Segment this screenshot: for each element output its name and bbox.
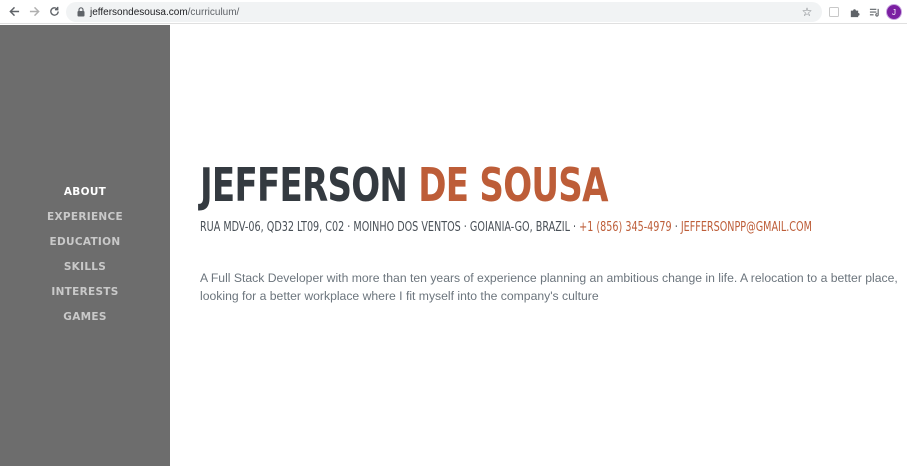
nav-link-education[interactable]: EDUCATION (50, 236, 121, 248)
browser-toolbar: jeffersondesousa.com/curriculum/ ☆ J (0, 0, 907, 24)
sidebar-nav: ABOUT EXPERIENCE EDUCATION SKILLS INTERE… (0, 179, 170, 329)
reading-list-icon[interactable] (866, 4, 882, 20)
url-domain: jeffersondesousa.com (90, 6, 188, 18)
contact-separator: · (671, 220, 681, 235)
sidebar-item-games: GAMES (0, 304, 170, 329)
star-icon[interactable]: ☆ (800, 5, 814, 19)
nav-link-experience[interactable]: EXPERIENCE (47, 211, 123, 223)
phone-link[interactable]: +1 (856) 345-4979 (579, 220, 671, 235)
back-button[interactable] (4, 2, 24, 22)
sidebar-item-interests: INTERESTS (0, 279, 170, 304)
arrow-left-icon (8, 6, 19, 17)
sidebar-item-skills: SKILLS (0, 254, 170, 279)
url-text: jeffersondesousa.com/curriculum/ (90, 7, 239, 18)
reload-button[interactable] (44, 2, 64, 22)
extension-icon[interactable] (826, 4, 842, 20)
url-path: /curriculum/ (187, 6, 240, 18)
page-title: JEFFERSON DE SOUSA (200, 157, 608, 213)
nav-link-games[interactable]: GAMES (63, 311, 106, 323)
first-name: JEFFERSON (200, 158, 408, 212)
about-section: JEFFERSON DE SOUSA RUA MDV-06, QD32 LT09… (170, 25, 907, 466)
email-link[interactable]: JEFFERSONPP@GMAIL.COM (681, 220, 812, 235)
reload-icon (49, 6, 59, 16)
contact-line: RUA MDV-06, QD32 LT09, C02 · MOINHO DOS … (200, 219, 812, 237)
last-name: DE SOUSA (418, 158, 608, 212)
address-bar[interactable]: jeffersondesousa.com/curriculum/ ☆ (66, 2, 822, 22)
arrow-right-icon (29, 6, 40, 17)
sidebar-item-experience: EXPERIENCE (0, 204, 170, 229)
address-text: RUA MDV-06, QD32 LT09, C02 · MOINHO DOS … (200, 220, 580, 235)
sidebar-item-education: EDUCATION (0, 229, 170, 254)
puzzle-icon[interactable] (846, 4, 862, 20)
nav-link-skills[interactable]: SKILLS (64, 261, 106, 273)
profile-avatar[interactable]: J (886, 4, 902, 20)
about-description: A Full Stack Developer with more than te… (200, 271, 898, 303)
sidebar-item-about: ABOUT (0, 179, 170, 204)
nav-link-about[interactable]: ABOUT (64, 186, 106, 198)
forward-button[interactable] (24, 2, 44, 22)
sidebar: ABOUT EXPERIENCE EDUCATION SKILLS INTERE… (0, 25, 170, 466)
lock-icon (74, 5, 88, 19)
nav-link-interests[interactable]: INTERESTS (51, 286, 118, 298)
